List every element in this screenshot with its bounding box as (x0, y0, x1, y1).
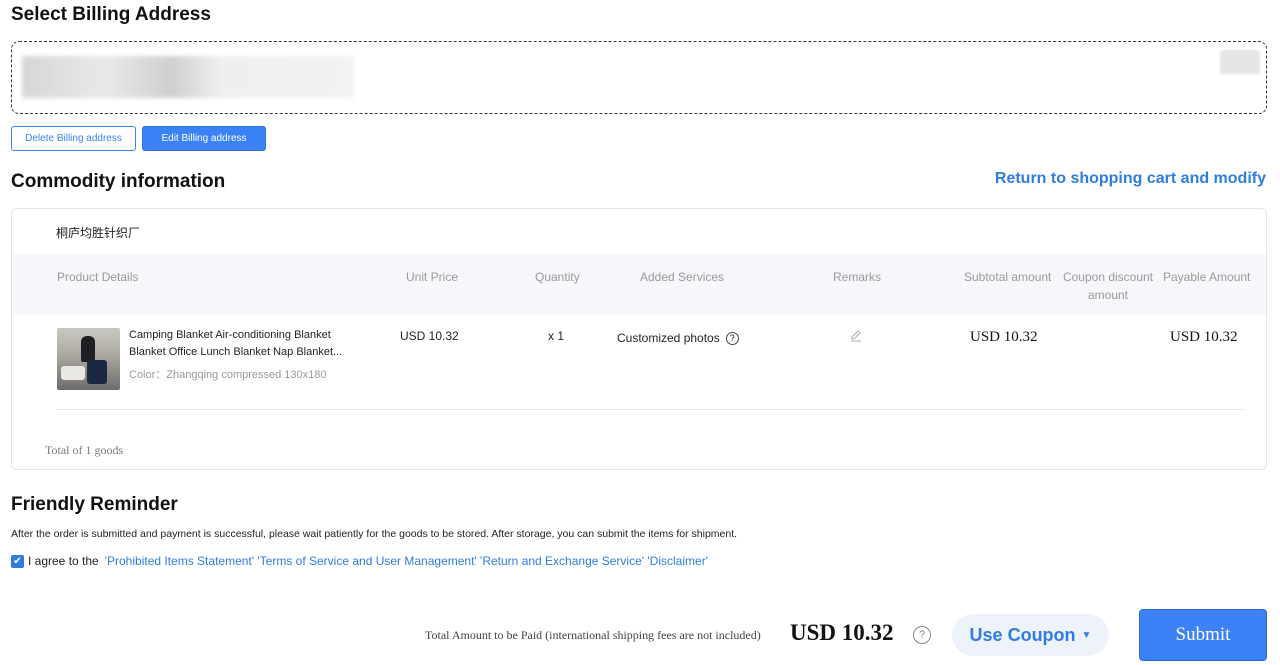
header-subtotal: Subtotal amount (964, 270, 1052, 284)
header-unit-price: Unit Price (406, 270, 459, 284)
billing-address-card[interactable] (11, 41, 1267, 114)
redacted-badge (1220, 50, 1260, 74)
store-name: 桐庐均胜针织厂 (56, 226, 141, 240)
edit-billing-button[interactable]: Edit Billing address (142, 126, 266, 151)
agree-checkbox[interactable]: ✔ (11, 554, 24, 568)
reminder-title: Friendly Reminder (11, 494, 178, 515)
product-image[interactable] (57, 328, 120, 390)
reminder-text: After the order is submitted and payment… (11, 528, 738, 540)
terms-links[interactable]: 'Prohibited Items Statement' 'Terms of S… (105, 554, 708, 568)
submit-button[interactable]: Submit (1139, 609, 1267, 661)
header-quantity: Quantity (535, 270, 580, 284)
header-product: Product Details (57, 270, 139, 284)
redacted-address (22, 56, 354, 98)
help-circle-icon[interactable]: ? (725, 331, 739, 345)
subtotal-amount: USD 10.32 (970, 329, 1038, 345)
total-label: Total Amount to be Paid (international s… (425, 628, 761, 642)
edit-pencil-icon[interactable] (849, 329, 863, 343)
commodity-title: Commodity information (11, 171, 226, 192)
table-header: Product Details Unit Price Quantity Adde… (13, 254, 1266, 315)
use-coupon-button[interactable]: Use Coupon ▼ (952, 614, 1109, 656)
return-to-cart-link[interactable]: Return to shopping cart and modify (995, 170, 1266, 188)
billing-title: Select Billing Address (11, 4, 211, 25)
added-service: Customized photos ? (617, 331, 739, 345)
payable-amount: USD 10.32 (1170, 329, 1238, 345)
unit-price: USD 10.32 (400, 329, 459, 343)
product-color: Color：Zhangqing compressed 130x180 (129, 369, 327, 381)
header-remarks: Remarks (833, 270, 882, 284)
agree-label: I agree to the (28, 554, 99, 568)
total-amount: USD 10.32 (790, 620, 894, 645)
header-payable: Payable Amount (1163, 270, 1251, 284)
checkbox-check-icon: ✔ (13, 555, 22, 567)
delete-billing-button[interactable]: Delete Billing address (11, 126, 136, 151)
commodity-table: 桐庐均胜针织厂 Product Details Unit Price Quant… (11, 208, 1267, 470)
product-name[interactable]: Camping Blanket Air-conditioning Blanket… (129, 327, 354, 361)
help-circle-icon[interactable]: ? (913, 626, 931, 644)
header-services: Added Services (640, 270, 725, 284)
total-goods: Total of 1 goods (45, 443, 124, 457)
coupon-label: Use Coupon (969, 624, 1076, 645)
caret-down-icon: ▼ (1081, 629, 1092, 641)
row-divider (56, 409, 1245, 410)
header-coupon: Coupon discount amount (1062, 270, 1154, 302)
agreement-row: ✔ I agree to the 'Prohibited Items State… (11, 554, 708, 568)
quantity: x 1 (548, 329, 565, 343)
service-label: Customized photos (617, 331, 720, 345)
